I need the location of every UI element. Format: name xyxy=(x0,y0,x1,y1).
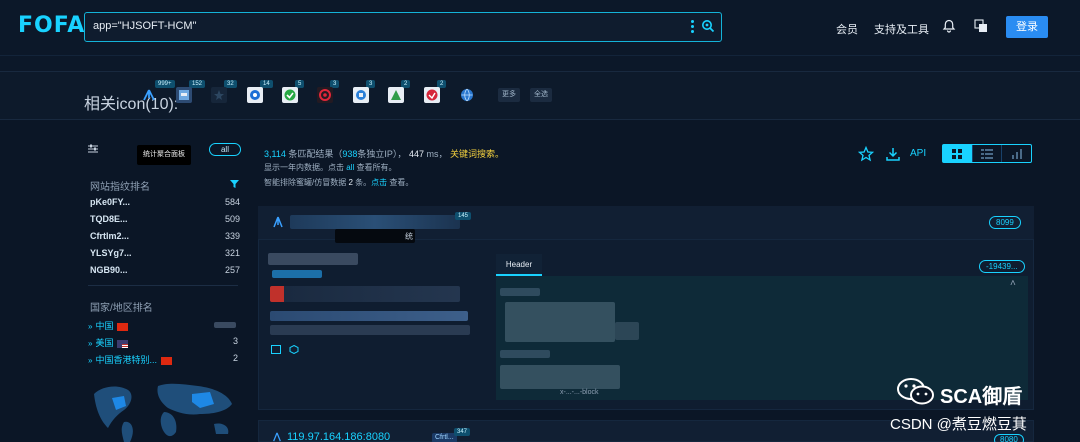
blurred-row xyxy=(270,325,470,335)
fav-icon-10[interactable] xyxy=(459,87,475,103)
more-icons-button[interactable]: 更多 xyxy=(498,88,520,102)
fingerprint-rank-item[interactable]: Cfrtlm2... 339 xyxy=(90,231,240,245)
results-line-2: 显示一年内数据。点击 all 查看所有。 xyxy=(264,163,397,172)
app-icon xyxy=(273,432,281,442)
blurred-ip xyxy=(268,253,358,265)
result-ip-link[interactable]: 119.97.164.186:8080 xyxy=(287,431,390,442)
list-view-icon[interactable] xyxy=(973,145,1003,162)
right-port-badge[interactable]: -19439... xyxy=(979,260,1025,273)
fav-icon-1[interactable] xyxy=(141,87,157,103)
sidebar-divider xyxy=(88,285,238,286)
blurred-row xyxy=(270,286,460,302)
fingerprint-rank-item[interactable]: NGB90... 257 xyxy=(90,265,240,279)
country-rank-item[interactable]: » 中国香港特别... 2 xyxy=(88,353,240,367)
fav-icon-3[interactable] xyxy=(211,87,227,103)
blurred-title xyxy=(335,229,415,243)
port-badge[interactable]: 8099 xyxy=(989,216,1021,229)
blurred-header-line xyxy=(500,365,620,389)
fav-icon-6[interactable] xyxy=(317,87,333,103)
chevron-right-icon: » xyxy=(88,322,93,331)
api-link[interactable]: API xyxy=(910,148,926,159)
results-summary: 3,114 条匹配结果（938条独立IP）， 447 ms， 关键词搜索。 xyxy=(264,149,505,159)
search-input[interactable]: app="HJSOFT-HCM" xyxy=(93,20,196,32)
icon-count-badge: 999+ xyxy=(155,80,175,88)
icon-filter-label: 相关icon(10): xyxy=(84,96,179,113)
header-tab[interactable]: Header xyxy=(496,254,542,276)
search-box[interactable]: app="HJSOFT-HCM" xyxy=(84,12,722,42)
fav-icon-7[interactable] xyxy=(353,87,369,103)
blurred-header-line xyxy=(500,288,540,296)
blurred-header-line xyxy=(505,302,615,342)
translate-icon[interactable] xyxy=(974,19,988,33)
select-all-button[interactable]: 全选 xyxy=(530,88,552,102)
hongkong-flag-icon xyxy=(160,356,172,365)
view-honeypot-link[interactable]: 点击 xyxy=(371,178,387,187)
fav-icon-5[interactable] xyxy=(282,87,298,103)
csdn-watermark: CSDN @煮豆燃豆萁 xyxy=(890,416,1027,433)
fav-icon-2[interactable] xyxy=(176,87,192,103)
world-map xyxy=(94,383,232,442)
download-icon[interactable] xyxy=(885,146,901,162)
chevron-right-icon: » xyxy=(88,339,93,348)
fav-icon-4[interactable] xyxy=(247,87,263,103)
fingerprint-tag[interactable]: Cfrtl... xyxy=(432,433,457,442)
grid-view-icon[interactable] xyxy=(943,145,973,162)
brand-watermark: SCA御盾 xyxy=(940,386,1023,408)
view-all-link[interactable]: all xyxy=(346,163,354,172)
chevron-right-icon: » xyxy=(88,356,93,365)
login-button[interactable]: 登录 xyxy=(1006,16,1048,38)
star-icon[interactable] xyxy=(858,146,874,162)
ip-count: 938 xyxy=(342,149,358,159)
country-rank-item[interactable]: » 美国 3 xyxy=(88,336,240,350)
header-fragment: x-...-...-block xyxy=(560,389,599,396)
more-options-icon[interactable] xyxy=(691,19,695,35)
view-switcher xyxy=(942,144,1032,163)
all-toggle-button[interactable]: all xyxy=(209,143,241,156)
fav-icon-9[interactable] xyxy=(424,87,440,103)
title-fragment: 统 xyxy=(405,232,413,241)
icon-count-badge: 347 xyxy=(454,428,471,436)
tag-icon[interactable] xyxy=(271,345,281,354)
blurred-count xyxy=(214,322,236,328)
results-line-3: 智能排除蜜罐/仿冒数据 2 条。点击 查看。 xyxy=(264,178,414,187)
usa-flag-icon xyxy=(117,339,129,348)
chart-view-icon[interactable] xyxy=(1002,145,1031,162)
sub-bar xyxy=(0,56,1080,72)
fav-icon-8[interactable] xyxy=(388,87,404,103)
blurred-header-line xyxy=(500,350,550,358)
fingerprint-rank-item[interactable]: pKe0FY... 584 xyxy=(90,197,240,211)
keyword-search-link[interactable]: 关键词搜索。 xyxy=(450,149,504,159)
fofa-logo[interactable]: FOFA xyxy=(18,13,85,38)
blurred-header-line xyxy=(615,322,639,340)
wechat-icon xyxy=(897,378,934,405)
bell-icon[interactable] xyxy=(942,19,956,33)
chevron-up-icon[interactable]: ˄ xyxy=(1010,278,1016,289)
app-icon xyxy=(273,216,283,228)
cube-icon[interactable] xyxy=(289,345,299,354)
fingerprint-rank-item[interactable]: TQD8E... 509 xyxy=(90,214,240,228)
total-count: 3,114 xyxy=(264,149,286,159)
port-badge[interactable]: 8080 xyxy=(994,434,1024,442)
sliders-icon[interactable] xyxy=(88,144,98,154)
country-rank-item[interactable]: » 中国 xyxy=(88,319,240,333)
icon-count-badge: 145 xyxy=(455,212,472,220)
search-icon[interactable] xyxy=(701,19,715,33)
blurred-row xyxy=(270,311,468,321)
country-rank-title: 国家/地区排名 xyxy=(90,303,153,314)
china-flag-icon xyxy=(117,322,129,331)
fingerprint-rank-title: 网站指纹排名 xyxy=(90,182,150,193)
blurred-link xyxy=(272,270,322,278)
stats-panel-tooltip: 统计聚合面板 xyxy=(137,145,191,165)
funnel-icon[interactable] xyxy=(230,180,239,188)
nav-support-tools[interactable]: 支持及工具 xyxy=(874,21,929,37)
blurred-host xyxy=(290,215,460,229)
nav-member[interactable]: 会员 xyxy=(836,21,858,37)
fingerprint-rank-item[interactable]: YLSYg7... 321 xyxy=(90,248,240,262)
